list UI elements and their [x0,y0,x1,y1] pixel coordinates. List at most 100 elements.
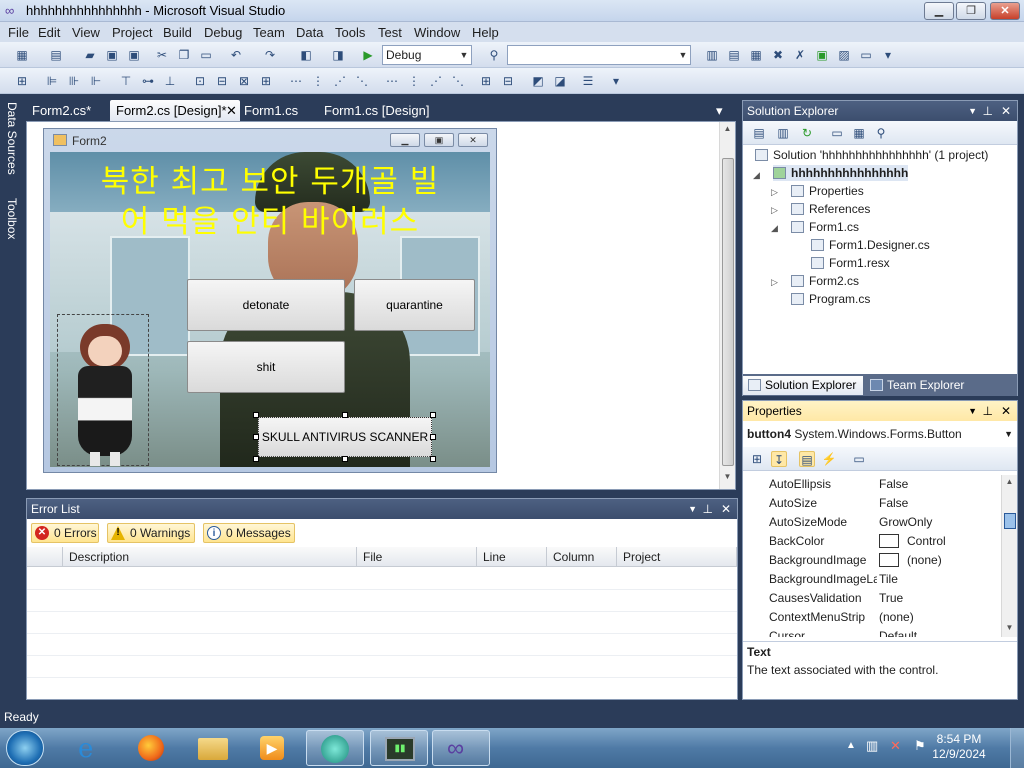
app-task-icon[interactable] [306,730,364,766]
menu-project[interactable]: Project [112,25,152,40]
redo-icon[interactable]: ↷ [262,47,278,63]
pane-dropdown-icon[interactable]: ▼ [968,101,977,121]
make-same-size-icon[interactable]: ⊠ [236,73,252,89]
menu-test[interactable]: Test [378,25,402,40]
expand-icon[interactable]: ▷ [771,187,778,198]
terminal-task-icon[interactable]: ▮▮ [370,730,428,766]
events-icon[interactable]: ⚡ [821,451,837,467]
menu-edit[interactable]: Edit [38,25,60,40]
selection-handle[interactable] [342,412,348,418]
refresh-icon[interactable]: ↻ [799,125,815,141]
firefox-icon[interactable] [122,730,180,766]
show-hidden-icons-icon[interactable]: ▲ [846,740,856,751]
property-row[interactable]: BackgroundImageLa Tile [745,570,1001,589]
toolbox-tab[interactable]: Toolbox [1,198,19,258]
find-combo[interactable]: ▼ [507,45,691,65]
decrease-vertical-spacing-icon[interactable]: ⋰ [428,73,444,89]
column-header-icon[interactable] [27,547,63,567]
selection-handle[interactable] [253,456,259,462]
menu-tools[interactable]: Tools [335,25,365,40]
properties-icon[interactable]: ▤ [751,125,767,141]
tools-icon[interactable]: ✗ [792,47,808,63]
scroll-up-icon[interactable]: ▲ [721,124,734,136]
save-icon[interactable]: ▣ [104,47,120,63]
increase-horizontal-spacing-icon[interactable]: ⋮ [310,73,326,89]
menu-view[interactable]: View [72,25,100,40]
align-to-grid-icon[interactable]: ⊞ [14,73,30,89]
send-to-back-icon[interactable]: ◪ [552,73,568,89]
copy-icon[interactable]: ❐ [176,47,192,63]
save-all-icon[interactable]: ▣ [126,47,142,63]
tree-item-properties[interactable]: Properties [791,183,864,199]
increase-vertical-spacing-icon[interactable]: ⋮ [406,73,422,89]
shit-button[interactable]: shit [187,341,345,393]
minimize-button[interactable]: ▁ [924,2,954,20]
find-in-files-icon[interactable]: ⚲ [486,47,502,63]
tab-solution-explorer[interactable]: Solution Explorer [743,376,863,395]
designer-scroll-thumb[interactable] [722,158,734,466]
expand-icon[interactable]: ▷ [771,277,778,288]
selection-handle[interactable] [430,456,436,462]
menu-file[interactable]: File [8,25,29,40]
property-pages-icon[interactable]: ▭ [851,451,867,467]
bring-to-front-icon[interactable]: ◩ [530,73,546,89]
properties-window-icon[interactable]: ▤ [726,47,742,63]
toolbar-options-2-icon[interactable]: ▾ [608,73,624,89]
tree-item-form1-resx[interactable]: Form1.resx [811,255,890,271]
tree-item-form2[interactable]: Form2.cs [791,273,859,289]
tree-item-project[interactable]: hhhhhhhhhhhhhhhh [773,165,909,181]
decrease-horizontal-spacing-icon[interactable]: ⋰ [332,73,348,89]
make-same-width-icon[interactable]: ⊡ [192,73,208,89]
pin-icon[interactable]: ⊥ [703,499,713,519]
new-project-icon[interactable]: ▦ [14,47,30,63]
tab-order-icon[interactable]: ☰ [580,73,596,89]
vertical-spacing-equal-icon[interactable]: ⋯ [384,73,400,89]
properties-view-icon[interactable]: ▤ [799,451,815,467]
property-row[interactable]: ContextMenuStrip (none) [745,608,1001,627]
property-row[interactable]: AutoEllipsis False [745,475,1001,494]
tree-item-solution[interactable]: Solution 'hhhhhhhhhhhhhhhh' (1 project) [755,147,988,163]
tab-form1-cs[interactable]: Form1.cs [238,100,318,121]
start-debugging-icon[interactable]: ▶ [360,47,376,63]
object-selector[interactable]: button4 System.Windows.Forms.Button ▼ [745,424,1017,444]
data-sources-tab[interactable]: Data Sources [1,102,19,192]
property-row[interactable]: Cursor Default [745,627,1001,637]
scroll-up-icon[interactable]: ▲ [1003,477,1016,489]
tab-form1-design[interactable]: Form1.cs [Design] [318,100,448,121]
quarantine-button[interactable]: quarantine [354,279,475,331]
center-horizontally-icon[interactable]: ⊞ [478,73,494,89]
detonate-button[interactable]: detonate [187,279,345,331]
scroll-down-icon[interactable]: ▼ [721,472,734,484]
start-page-icon[interactable]: ▣ [814,47,830,63]
add-item-icon[interactable]: ▤ [48,47,64,63]
errors-filter-button[interactable]: ✕ 0 Errors [31,523,99,543]
object-browser-icon[interactable]: ▦ [748,47,764,63]
toolbox-icon[interactable]: ✖ [770,47,786,63]
tree-item-references[interactable]: References [791,201,870,217]
maximize-button[interactable]: ❐ [956,2,986,20]
pane-close-icon[interactable]: ✕ [721,499,731,519]
selection-handle[interactable] [430,412,436,418]
align-rights-icon[interactable]: ⊩ [88,73,104,89]
column-project[interactable]: Project [617,547,737,567]
remove-horizontal-spacing-icon[interactable]: ⋱ [354,73,370,89]
command-window-icon[interactable]: ▭ [858,47,874,63]
close-button[interactable]: ✕ [990,2,1020,20]
align-middles-icon[interactable]: ⊶ [140,73,156,89]
tree-item-program[interactable]: Program.cs [791,291,870,307]
center-vertically-icon[interactable]: ⊟ [500,73,516,89]
align-centers-icon[interactable]: ⊪ [66,73,82,89]
tab-form2-cs[interactable]: Form2.cs* [26,100,110,121]
properties-scrollbar[interactable]: ▲ ▼ [1001,475,1017,637]
menu-team[interactable]: Team [253,25,285,40]
extension-manager-icon[interactable]: ▨ [836,47,852,63]
tab-dropdown-icon[interactable]: ▾ [716,100,732,121]
show-desktop-button[interactable] [1010,728,1024,768]
align-tops-icon[interactable]: ⊤ [118,73,134,89]
tree-item-form1[interactable]: Form1.cs [791,219,859,235]
align-bottoms-icon[interactable]: ⊥ [162,73,178,89]
tree-item-form1-designer[interactable]: Form1.Designer.cs [811,237,930,253]
pin-icon[interactable]: ⊥ [983,401,993,421]
cut-icon[interactable]: ✂ [154,47,170,63]
clock[interactable]: 8:54 PM 12/9/2024 [924,732,994,762]
